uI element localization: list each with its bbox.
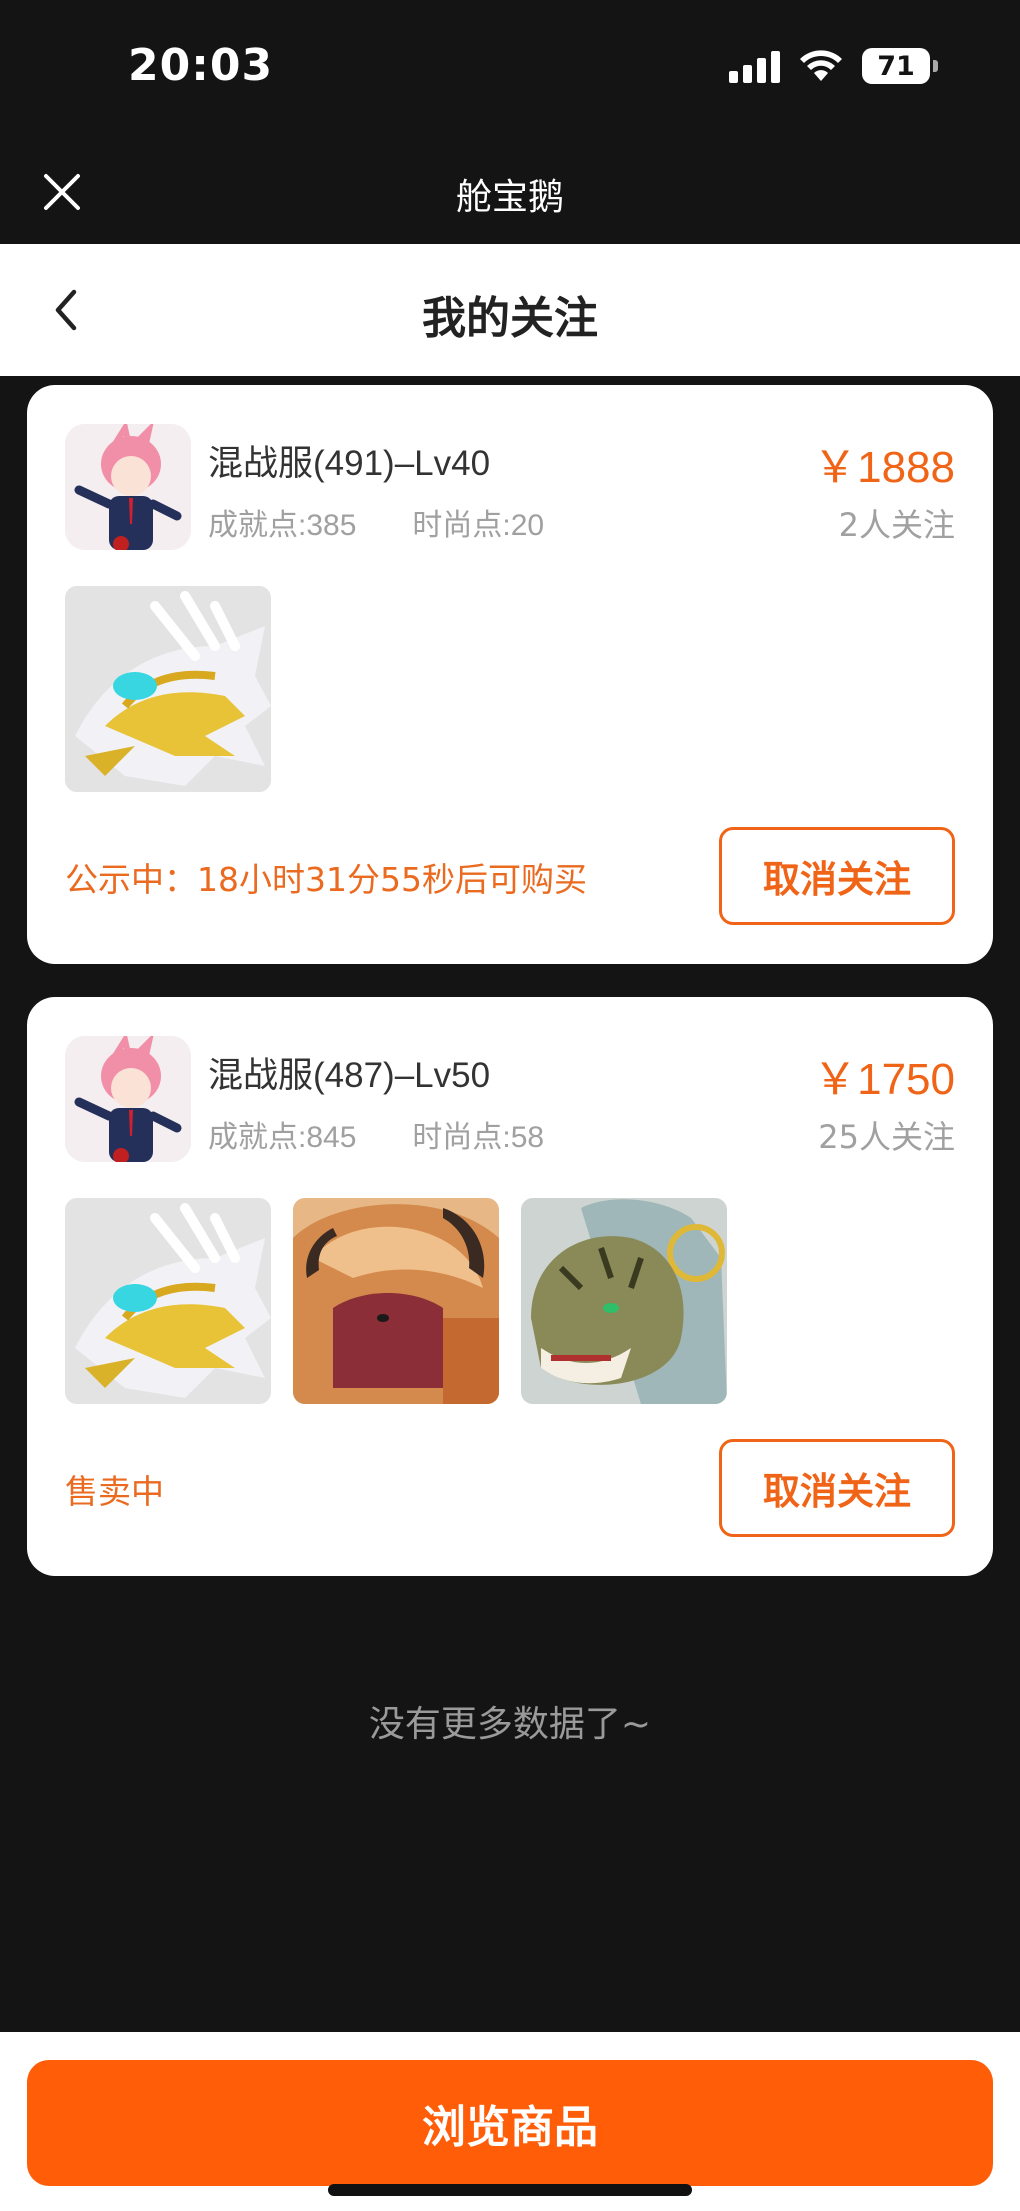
- status-bar: 20:03 71: [0, 0, 1020, 140]
- follower-count: 2人关注: [838, 506, 955, 544]
- dragon-icon: [65, 586, 271, 792]
- followed-list: 混战服(491)–Lv40 成就点:385 时尚点:20 ￥1888 2人关注 公…: [27, 385, 993, 1609]
- account-stats: 成就点:385 时尚点:20: [208, 500, 544, 544]
- page-title: 我的关注: [422, 293, 598, 344]
- unfollow-button[interactable]: 取消关注: [719, 1439, 955, 1537]
- character-avatar: [65, 424, 191, 550]
- battery-level: 71: [877, 50, 915, 82]
- followed-item-card[interactable]: 混战服(491)–Lv40 成就点:385 时尚点:20 ￥1888 2人关注 公…: [27, 385, 993, 964]
- achievement-points: 成就点:385: [208, 509, 357, 542]
- unfollow-button[interactable]: 取消关注: [719, 827, 955, 925]
- no-more-data-text: 没有更多数据了~: [368, 1704, 652, 1745]
- browse-products-button[interactable]: 浏览商品: [27, 2060, 993, 2186]
- fashion-points: 时尚点:58: [412, 1121, 545, 1154]
- account-stats: 成就点:845 时尚点:58: [208, 1112, 544, 1156]
- tiger-icon: [521, 1198, 727, 1404]
- app-title: 舱宝鹅: [455, 177, 564, 218]
- home-indicator: [328, 2184, 692, 2196]
- pet-thumbnails: [65, 1198, 727, 1404]
- follower-count: 25人关注: [818, 1118, 955, 1156]
- price: ￥1750: [813, 1055, 955, 1104]
- character-avatar: [65, 1036, 191, 1162]
- listing-status: 公示中：18小时31分55秒后可购买: [65, 860, 587, 899]
- pet-thumbnails: [65, 586, 271, 792]
- bull-icon: [293, 1198, 499, 1404]
- app-header: 舱宝鹅: [0, 140, 1020, 244]
- nav-bar: 我的关注: [0, 244, 1020, 376]
- wifi-icon: [800, 50, 842, 81]
- cellular-signal-icon: [729, 49, 780, 83]
- price: ￥1888: [813, 443, 955, 492]
- achievement-points: 成就点:845: [208, 1121, 357, 1154]
- followed-item-card[interactable]: 混战服(487)–Lv50 成就点:845 时尚点:58 ￥1750 25人关注: [27, 997, 993, 1576]
- server-level: 混战服(491)–Lv40: [208, 444, 491, 483]
- fashion-points: 时尚点:20: [412, 509, 545, 542]
- server-level: 混战服(487)–Lv50: [208, 1056, 491, 1095]
- bottom-bar: 浏览商品: [0, 2032, 1020, 2211]
- status-time: 20:03: [128, 40, 274, 91]
- battery-icon: 71: [862, 48, 938, 84]
- dragon-icon: [65, 1198, 271, 1404]
- status-icons: 71: [729, 48, 938, 84]
- listing-status: 售卖中: [65, 1472, 164, 1511]
